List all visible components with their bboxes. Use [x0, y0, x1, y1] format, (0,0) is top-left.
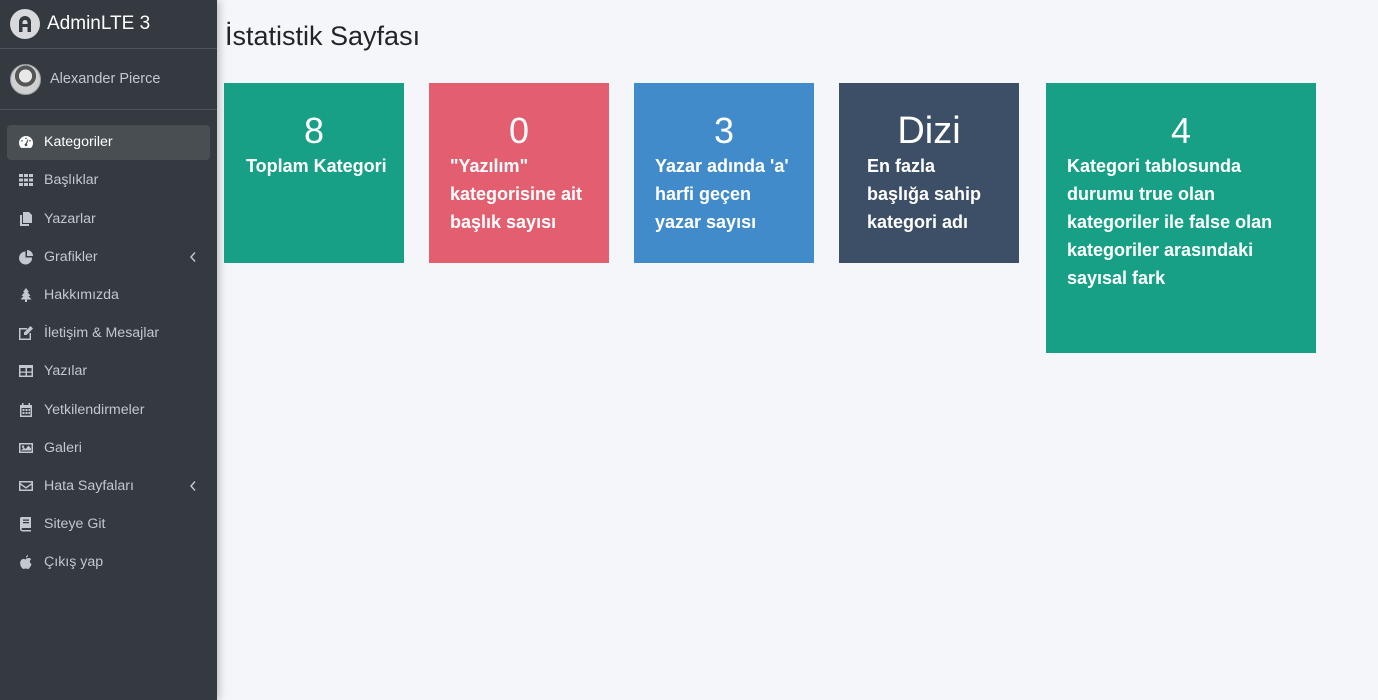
- chevron-left-icon[interactable]: [188, 480, 196, 492]
- sidebar-item-label: Galeri: [44, 439, 82, 456]
- sidebar-item-label: Yetkilendirmeler: [44, 401, 145, 418]
- sidebar-item-siteye-git[interactable]: Siteye Git: [7, 507, 210, 542]
- sidebar-item-cikis-yap[interactable]: Çıkış yap: [7, 545, 210, 580]
- user-name[interactable]: Alexander Pierce: [50, 71, 160, 87]
- edit-icon: [17, 324, 35, 342]
- sidebar-item-label: Grafikler: [44, 248, 98, 265]
- page-title: İstatistik Sayfası: [225, 21, 421, 51]
- user-panel[interactable]: Alexander Pierce: [0, 49, 217, 110]
- brand-name: AdminLTE 3: [47, 13, 151, 34]
- sidebar-item-label: Kategoriler: [44, 134, 113, 151]
- stat-value: 4: [1170, 110, 1192, 151]
- avatar: [10, 63, 41, 95]
- sidebar-item-yazilar[interactable]: Yazılar: [7, 354, 210, 389]
- brand-logo-icon: [10, 9, 40, 39]
- sidebar-item-basliklar[interactable]: Başlıklar: [7, 163, 210, 198]
- sidebar-item-label: Başlıklar: [44, 172, 99, 189]
- stat-label: Toplam Kategori: [246, 156, 387, 176]
- content-wrapper: İstatistik Sayfası 8 Toplam Kategori 0 "…: [217, 0, 1378, 700]
- th-icon: [17, 171, 35, 189]
- book-icon: [17, 515, 35, 533]
- stat-label: Yazar adında 'a' harfi geçen yazar sayıs…: [655, 156, 789, 232]
- brand-link[interactable]: AdminLTE 3: [0, 0, 217, 49]
- sidebar-item-label: Yazılar: [44, 363, 88, 380]
- sidebar-item-hata-sayfalari[interactable]: Hata Sayfaları: [7, 469, 210, 504]
- sidebar-item-iletisim[interactable]: İletişim & Mesajlar: [7, 316, 210, 351]
- stat-value: Dizi: [897, 110, 961, 152]
- apple-icon: [17, 553, 35, 571]
- stat-card-status-difference: 4 Kategori tablosunda durumu true olan k…: [1046, 83, 1316, 353]
- sidebar-item-label: Hakkımızda: [44, 287, 119, 303]
- sidebar-item-grafikler[interactable]: Grafikler: [7, 240, 210, 275]
- image-icon: [17, 439, 35, 457]
- sidebar-item-yetkilendirmeler[interactable]: Yetkilendirmeler: [7, 392, 210, 427]
- sidebar-item-label: Hata Sayfaları: [44, 477, 134, 494]
- sidebar-item-yazarlar[interactable]: Yazarlar: [7, 201, 210, 236]
- stat-value: 8: [303, 110, 325, 151]
- sidebar-item-label: Çıkış yap: [44, 554, 104, 571]
- stat-card-top-category: Dizi En fazla başlığa sahip kategori adı: [839, 83, 1019, 263]
- stat-card-total-categories: 8 Toplam Kategori: [224, 83, 404, 263]
- envelope-icon: [17, 477, 35, 495]
- stat-card-author-count: 3 Yazar adında 'a' harfi geçen yazar say…: [634, 83, 814, 263]
- tree-icon: [17, 286, 35, 304]
- sidebar-item-hakkimizda[interactable]: Hakkımızda: [7, 278, 210, 313]
- stat-label: "Yazılım" kategorisine ait başlık sayısı: [450, 156, 583, 232]
- table-icon: [17, 362, 35, 380]
- stat-value: 0: [508, 110, 530, 151]
- dashboard-icon: [17, 133, 35, 151]
- sidebar-item-kategoriler[interactable]: Kategoriler: [7, 125, 210, 160]
- copy-icon: [17, 210, 35, 228]
- sidebar-item-galeri[interactable]: Galeri: [7, 431, 210, 466]
- sidebar-item-label: Yazarlar: [44, 210, 96, 227]
- pie-chart-icon: [17, 248, 35, 266]
- stat-label: Kategori tablosunda durumu true olan kat…: [1067, 156, 1273, 288]
- sidebar-nav: Kategoriler Başlıklar Yazarlar Grafikler: [0, 125, 217, 580]
- chevron-left-icon[interactable]: [188, 251, 196, 263]
- main-sidebar: AdminLTE 3 Alexander Pierce Kategoriler …: [0, 0, 217, 700]
- stat-card-software-titles: 0 "Yazılım" kategorisine ait başlık sayı…: [429, 83, 609, 263]
- stat-label: En fazla başlığa sahip kategori adı: [867, 156, 982, 232]
- calendar-icon: [17, 401, 35, 419]
- sidebar-item-label: İletişim & Mesajlar: [44, 325, 160, 342]
- stat-value: 3: [713, 110, 735, 151]
- sidebar-item-label: Siteye Git: [44, 516, 106, 533]
